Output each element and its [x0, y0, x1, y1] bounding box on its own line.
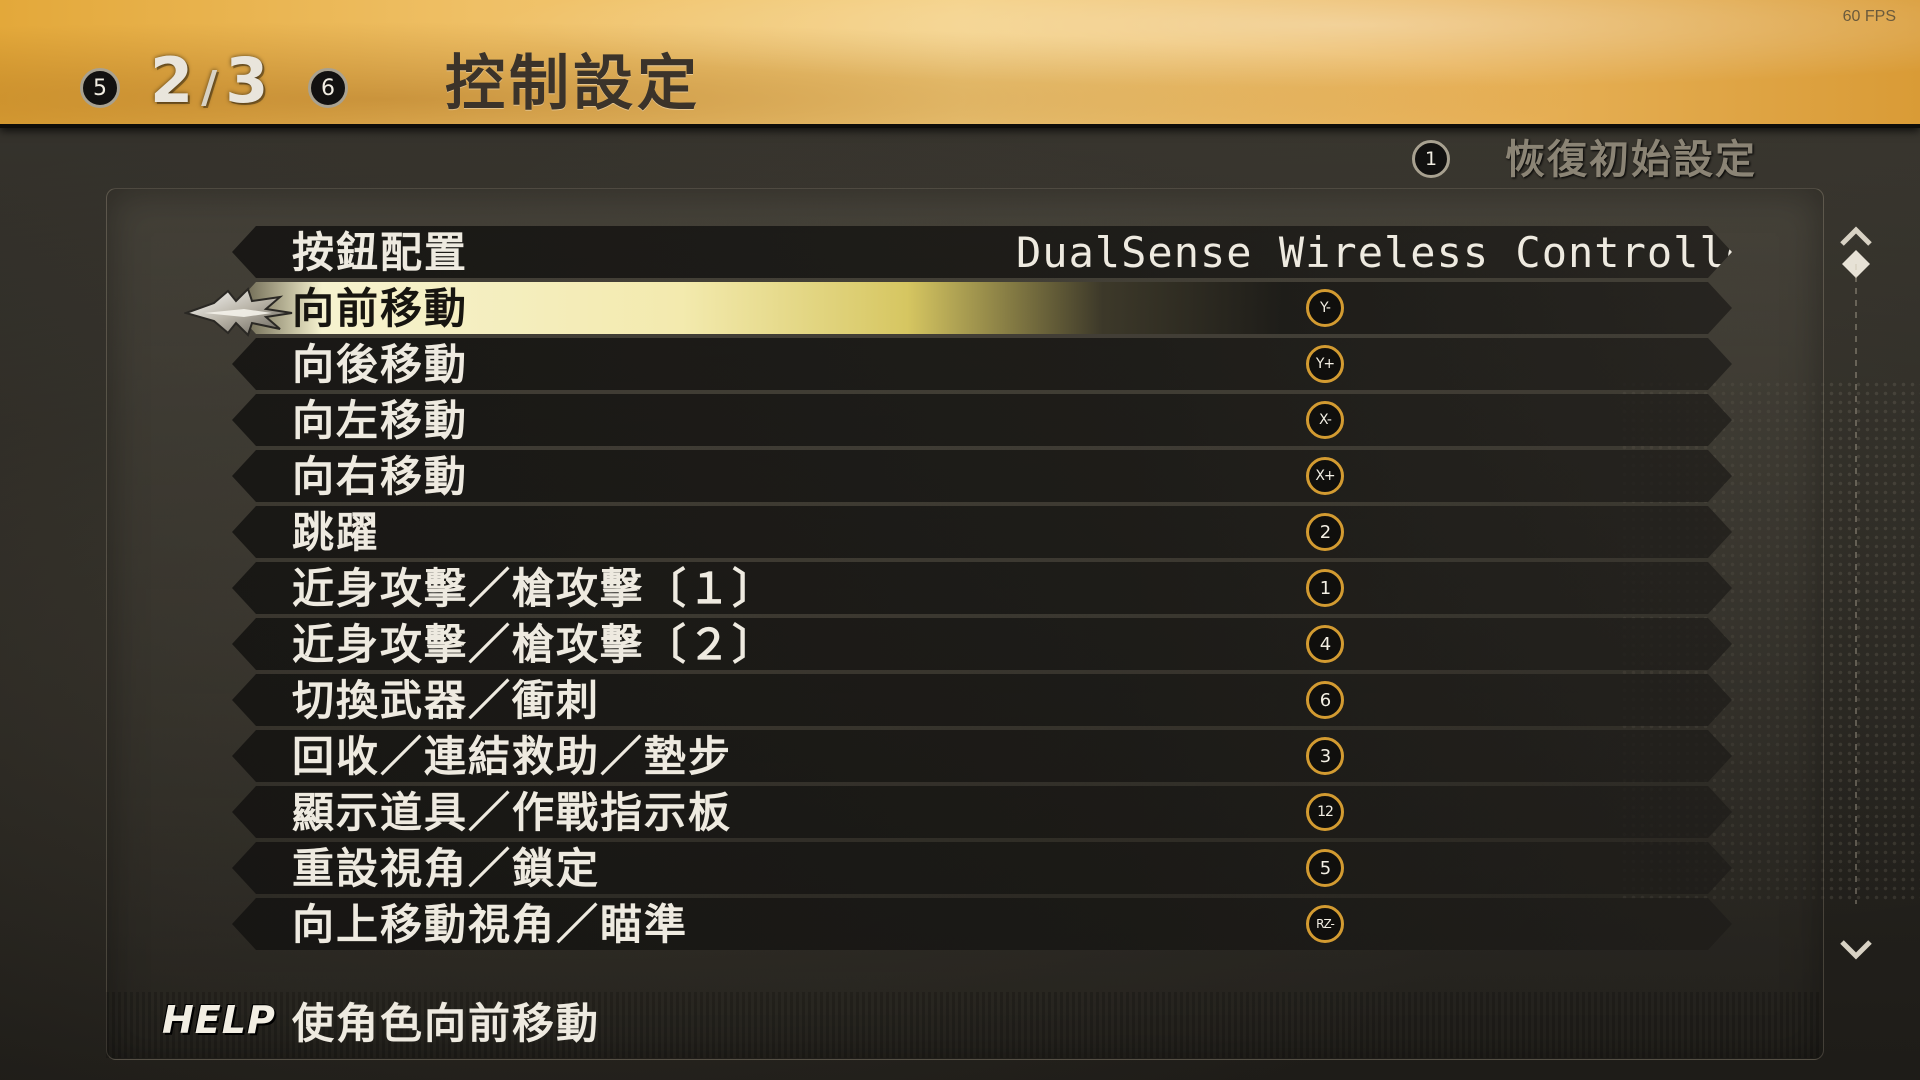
page-indicator: 2 / 3 [150, 46, 268, 116]
binding-label: 向右移動 [292, 452, 469, 501]
button-glyph-icon: 1 [1306, 569, 1344, 607]
binding-row-reset-camera[interactable]: 重設視角／鎖定 5 [232, 842, 1732, 894]
binding-label: 向左移動 [292, 396, 469, 445]
help-text: 使角色向前移動 [292, 999, 601, 1048]
button-glyph-icon: 6 [1306, 681, 1344, 719]
binding-row-move-left[interactable]: 向左移動 X- [232, 394, 1732, 446]
binding-row-switch-weapon[interactable]: 切換武器／衝刺 6 [232, 674, 1732, 726]
controller-label: 按鈕配置 [292, 228, 469, 277]
binding-label: 回收／連結救助／墊步 [292, 732, 733, 781]
controller-row[interactable]: 按鈕配置 DualSense Wireless Controller [232, 226, 1732, 278]
chevron-down-icon[interactable] [1838, 936, 1874, 962]
button-glyph-icon: 2 [1306, 513, 1344, 551]
button-glyph-icon: X+ [1306, 457, 1344, 495]
binding-label: 近身攻擊／槍攻擊〔２〕 [292, 620, 777, 669]
controller-value: DualSense Wireless Controller [1016, 228, 1779, 277]
button-glyph-icon: 3 [1306, 737, 1344, 775]
binding-label: 向後移動 [292, 340, 469, 389]
binding-row-show-items[interactable]: 顯示道具／作戰指示板 12 [232, 786, 1732, 838]
binding-row-move-back[interactable]: 向後移動 Y+ [232, 338, 1732, 390]
next-page-button-icon[interactable]: 6 [308, 68, 348, 108]
binding-label: 跳躍 [292, 508, 381, 557]
binding-row-move-right[interactable]: 向右移動 X+ [232, 450, 1732, 502]
page-total: 3 [225, 44, 269, 117]
button-glyph-icon: RZ- [1306, 905, 1344, 943]
control-settings-screen: 60 FPS 5 2 / 3 6 控制設定 1 恢復初始設定 按鈕配置 Dual… [0, 0, 1920, 1080]
button-glyph-icon: Y- [1306, 289, 1344, 327]
page-separator: / [201, 62, 218, 113]
page-title: 控制設定 [445, 49, 701, 119]
binding-label: 向上移動視角／瞄準 [292, 900, 689, 949]
help-tag: HELP [162, 998, 276, 1042]
header-bar: 60 FPS 5 2 / 3 6 控制設定 [0, 0, 1920, 128]
binding-label: 顯示道具／作戰指示板 [292, 788, 733, 837]
scroll-track[interactable] [1855, 264, 1857, 904]
binding-label: 重設視角／鎖定 [292, 844, 601, 893]
button-glyph-icon: Y+ [1306, 345, 1344, 383]
binding-row-jump[interactable]: 跳躍 2 [232, 506, 1732, 558]
binding-row-attack-2[interactable]: 近身攻擊／槍攻擊〔２〕 4 [232, 618, 1732, 670]
restore-defaults-label[interactable]: 恢復初始設定 [1505, 132, 1757, 188]
restore-defaults-button-icon[interactable]: 1 [1412, 140, 1450, 178]
prev-page-button-icon[interactable]: 5 [80, 68, 120, 108]
scrollbar[interactable] [1838, 224, 1874, 974]
winged-cursor-icon [184, 287, 293, 337]
binding-label: 向前移動 [292, 284, 469, 333]
button-glyph-icon: 12 [1306, 793, 1344, 831]
button-glyph-icon: 5 [1306, 849, 1344, 887]
binding-label: 近身攻擊／槍攻擊〔１〕 [292, 564, 777, 613]
button-glyph-icon: X- [1306, 401, 1344, 439]
chevron-up-icon[interactable] [1838, 224, 1874, 250]
binding-row-collect[interactable]: 回收／連結救助／墊步 3 [232, 730, 1732, 782]
binding-label: 切換武器／衝刺 [292, 676, 601, 725]
binding-row-move-forward[interactable]: 向前移動 Y- [232, 282, 1732, 334]
fps-counter: 60 FPS [1842, 8, 1896, 25]
binding-row-attack-1[interactable]: 近身攻擊／槍攻擊〔１〕 1 [232, 562, 1732, 614]
button-glyph-icon: 4 [1306, 625, 1344, 663]
page-current: 2 [150, 44, 194, 117]
binding-row-camera-up[interactable]: 向上移動視角／瞄準 RZ- [232, 898, 1732, 950]
